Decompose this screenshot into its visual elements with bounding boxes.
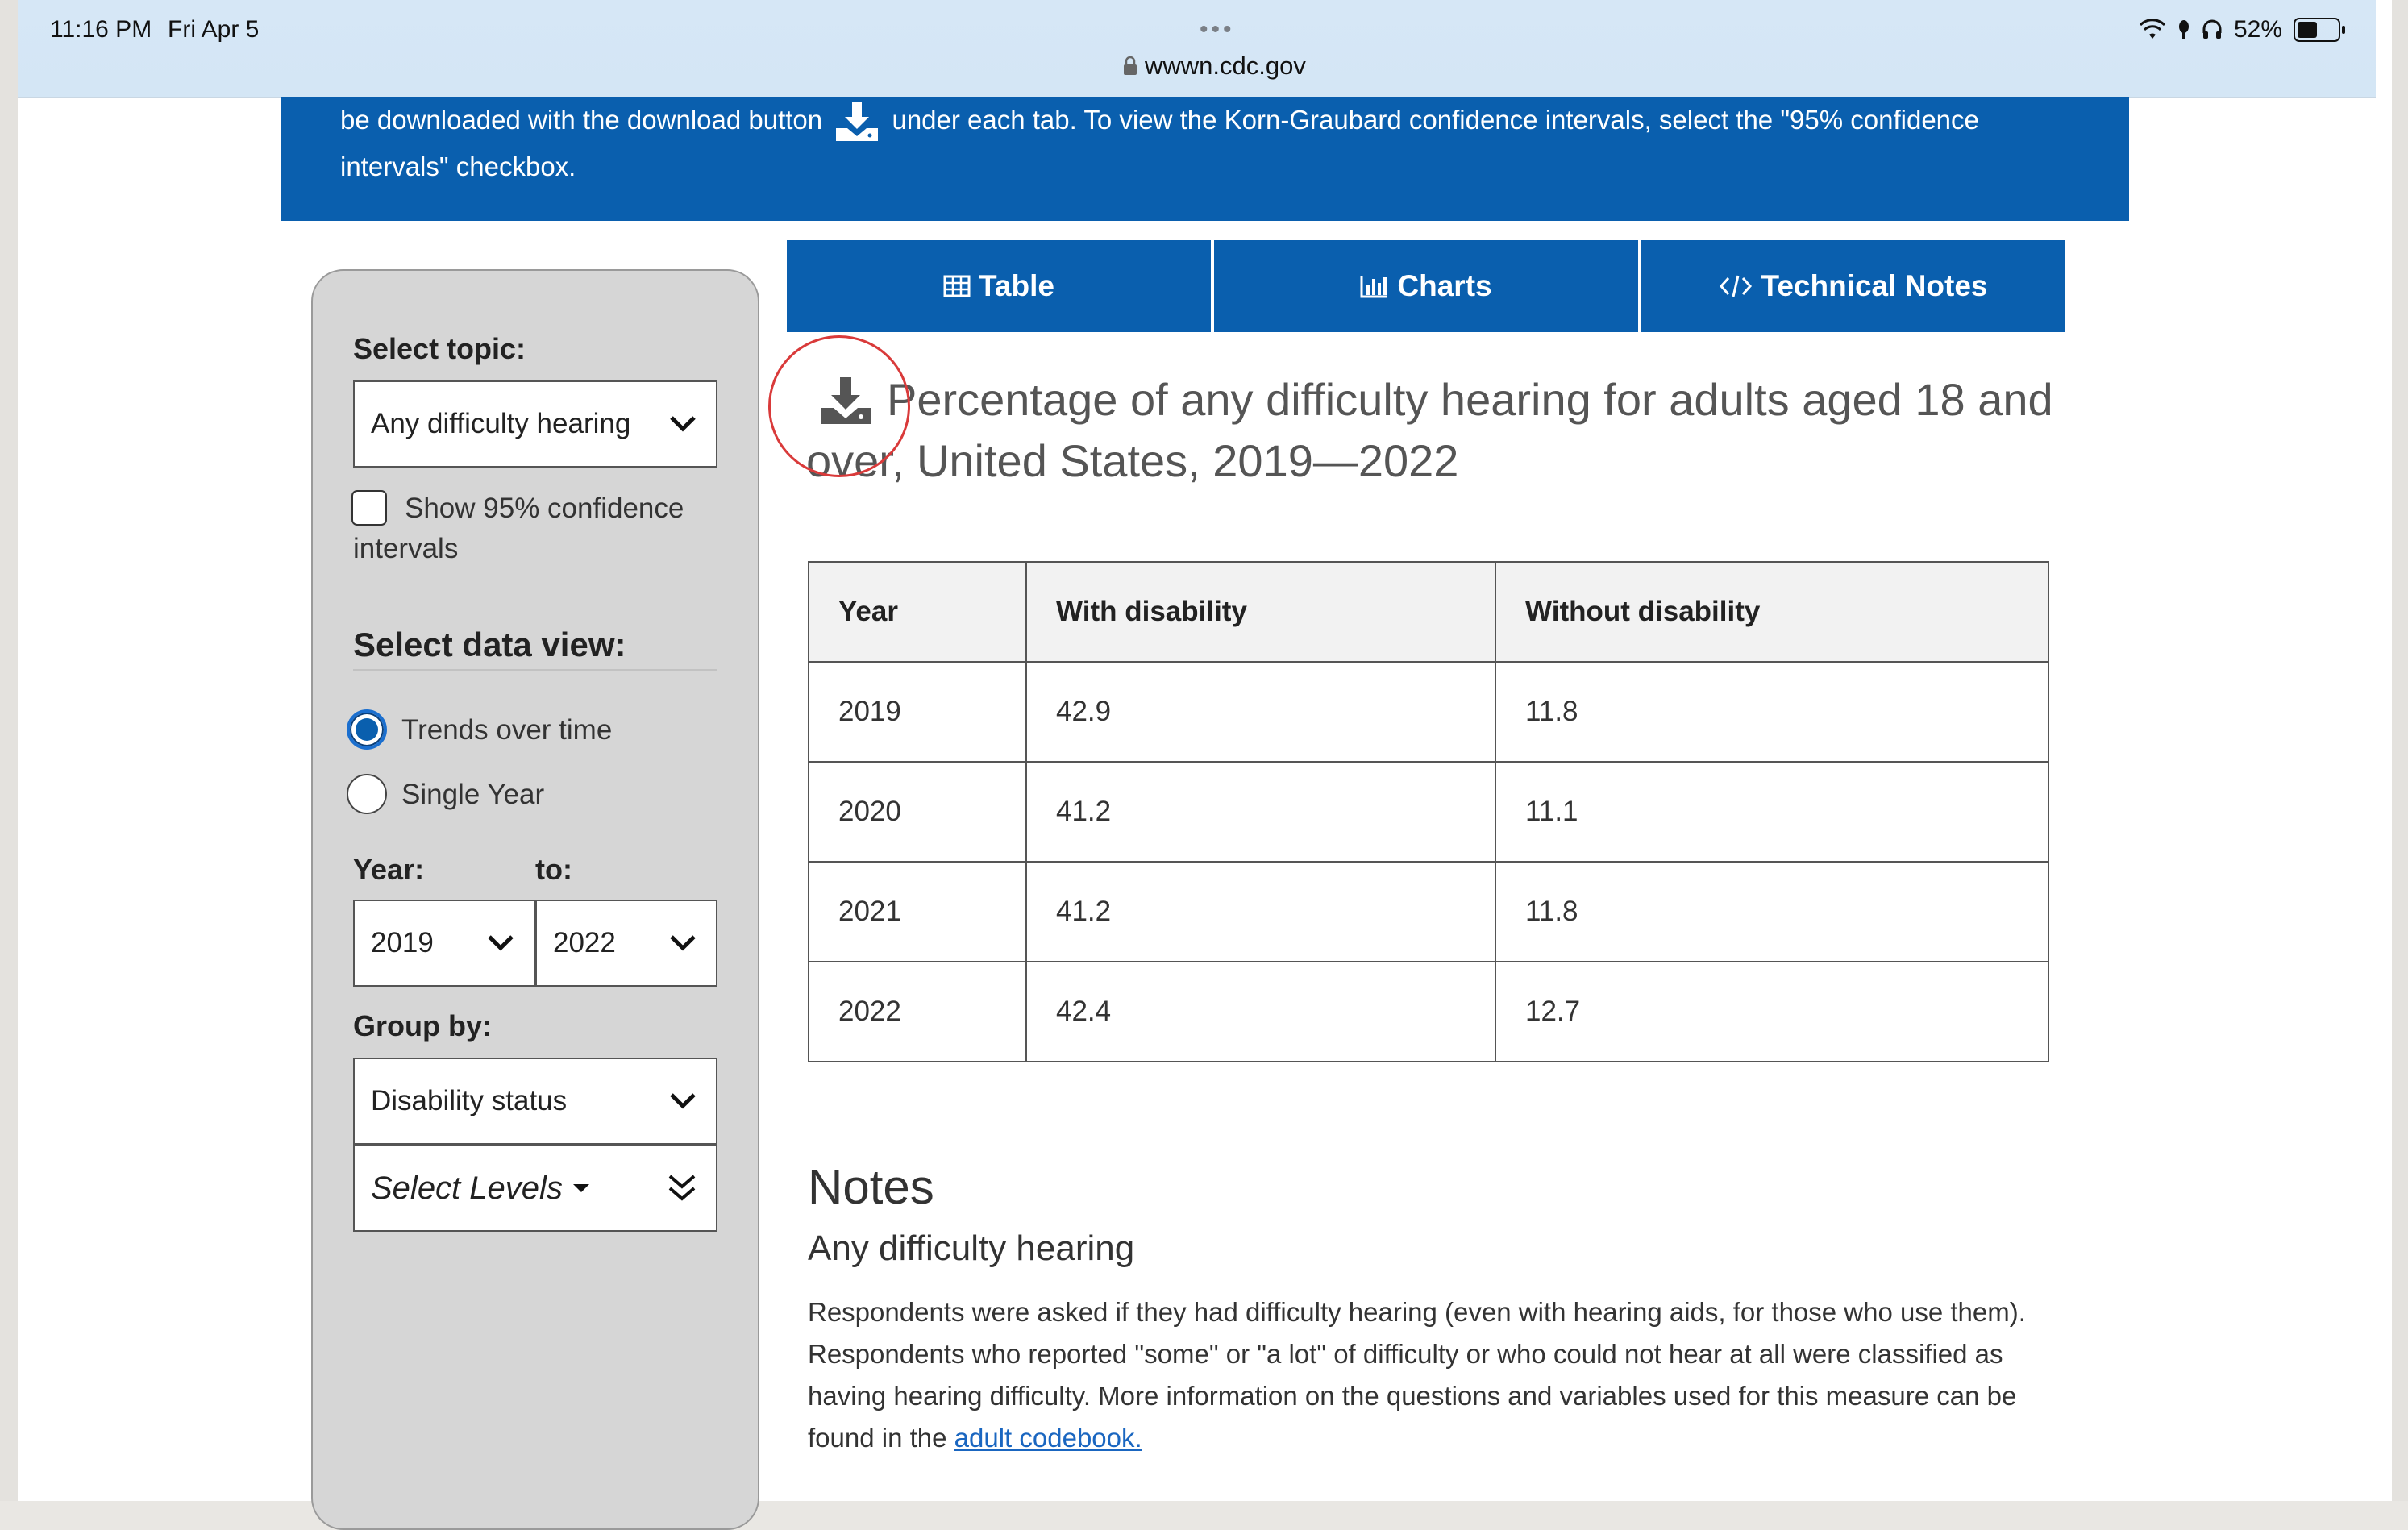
banner-text-before: be downloaded with the download button (340, 105, 823, 135)
group-by-select[interactable]: Disability status (353, 1058, 717, 1145)
table-title: Percentage of any difficulty hearing for… (806, 369, 2064, 492)
tab-technical-notes-label: Technical Notes (1761, 269, 1988, 302)
bar-chart-icon (1360, 276, 1388, 298)
year-to-value: 2022 (553, 927, 616, 958)
notes-body: Respondents were asked if they had diffi… (808, 1291, 2065, 1459)
battery-percent: 52% (2233, 16, 2282, 43)
radio-trends-over-time[interactable] (347, 709, 387, 750)
notes-subheading: Any difficulty hearing (808, 1229, 1135, 1268)
device-frame-right (2392, 0, 2408, 1501)
table-row: 2022 42.4 12.7 (808, 961, 2049, 1062)
topic-label: Select topic: (353, 332, 526, 365)
cell-without-disability: 11.8 (1495, 661, 2049, 763)
trends-over-time-label[interactable]: Trends over time (401, 714, 612, 746)
battery-icon (2294, 18, 2345, 42)
cell-year: 2019 (808, 661, 1027, 763)
column-header-without-disability: Without disability (1495, 561, 2049, 663)
single-year-label[interactable]: Single Year (401, 779, 544, 811)
cell-year: 2020 (808, 761, 1027, 863)
tab-table[interactable]: Table (787, 240, 1211, 332)
year-label: Year: (353, 853, 425, 886)
cell-with-disability: 41.2 (1025, 761, 1496, 863)
table-row: 2019 42.9 11.8 (808, 661, 2049, 763)
info-banner: be downloaded with the download button u… (281, 97, 2129, 221)
cell-without-disability: 11.1 (1495, 761, 2049, 863)
banner-text: be downloaded with the download button u… (340, 97, 2082, 190)
tab-technical-notes[interactable]: Technical Notes (1641, 240, 2065, 332)
download-icon (836, 102, 879, 142)
wifi-icon (2139, 19, 2166, 39)
lock-icon (1124, 56, 1137, 75)
highlight-circle (768, 335, 910, 477)
location-icon (2178, 20, 2189, 39)
topic-select[interactable]: Any difficulty hearing (353, 380, 717, 468)
double-chevron-down-icon (668, 1175, 696, 1201)
cell-without-disability: 11.8 (1495, 861, 2049, 962)
clock: 11:16 PM (50, 16, 152, 43)
column-header-with-disability: With disability (1025, 561, 1496, 663)
group-by-value: Disability status (371, 1085, 568, 1116)
browser-status-bar: 11:16 PM Fri Apr 5 ••• wwwn.cdc.gov 52% (18, 0, 2376, 98)
table-title-text: Percentage of any difficulty hearing for… (806, 374, 2053, 486)
select-levels-dropdown[interactable]: Select Levels (353, 1145, 717, 1232)
device-frame-left (0, 0, 18, 1501)
topic-select-value: Any difficulty hearing (371, 408, 631, 439)
radio-dot (356, 718, 378, 741)
caret-down-icon (572, 1184, 589, 1192)
chevron-down-icon (488, 935, 514, 951)
more-dots-icon[interactable]: ••• (1200, 16, 1235, 44)
divider (353, 669, 717, 671)
group-by-label: Group by: (353, 1009, 492, 1042)
tab-table-label: Table (979, 269, 1054, 302)
chevron-down-icon (670, 1093, 696, 1109)
table-row: 2021 41.2 11.8 (808, 861, 2049, 962)
data-table: Year With disability Without disability … (808, 561, 2049, 1062)
cell-with-disability: 41.2 (1025, 861, 1496, 962)
address-bar[interactable]: wwwn.cdc.gov (1122, 52, 1324, 81)
notes-heading: Notes (808, 1160, 934, 1214)
code-icon (1720, 275, 1753, 297)
table-icon (943, 275, 971, 297)
data-view-label: Select data view: (353, 626, 626, 663)
tab-charts[interactable]: Charts (1214, 240, 1638, 332)
year-to-select[interactable]: 2022 (535, 900, 717, 987)
adult-codebook-link[interactable]: adult codebook. (954, 1423, 1142, 1453)
date: Fri Apr 5 (168, 16, 260, 43)
table-row: 2020 41.2 11.1 (808, 761, 2049, 863)
radio-single-year[interactable] (347, 774, 387, 814)
chevron-down-icon (670, 416, 696, 432)
cell-without-disability: 12.7 (1495, 961, 2049, 1062)
select-levels-label: Select Levels (371, 1170, 563, 1206)
chevron-down-icon (670, 935, 696, 951)
cell-year: 2021 (808, 861, 1027, 962)
column-header-year: Year (808, 561, 1027, 663)
tab-charts-label: Charts (1397, 269, 1492, 302)
cell-with-disability: 42.4 (1025, 961, 1496, 1062)
cell-with-disability: 42.9 (1025, 661, 1496, 763)
year-from-select[interactable]: 2019 (353, 900, 535, 987)
table-header-row: Year With disability Without disability (808, 561, 2049, 663)
filter-sidebar: Select topic: Any difficulty hearing Sho… (311, 269, 759, 1530)
url-text: wwwn.cdc.gov (1145, 52, 1306, 80)
year-to-label: to: (535, 853, 572, 886)
cell-year: 2022 (808, 961, 1027, 1062)
headphones-icon (2202, 19, 2222, 39)
year-from-value: 2019 (371, 927, 434, 958)
ci-checkbox-label[interactable]: Show 95% confidence intervals (353, 489, 724, 569)
status-icons: 52% (2139, 16, 2345, 44)
